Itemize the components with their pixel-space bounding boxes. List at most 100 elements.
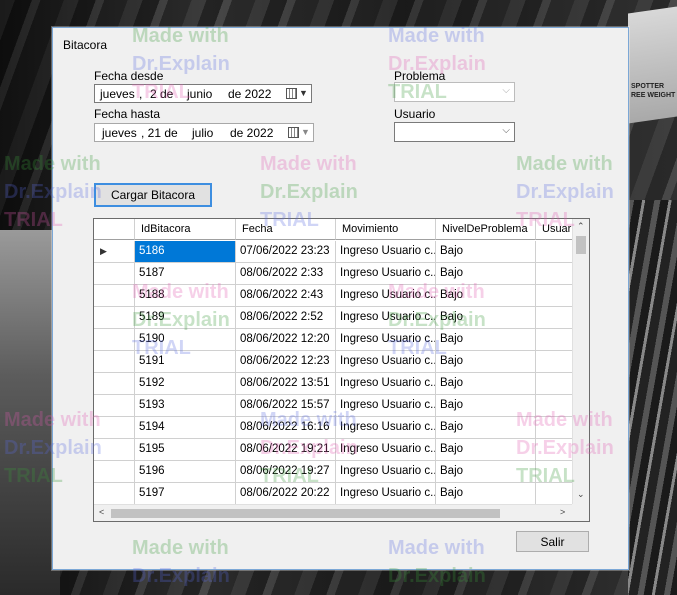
cell-movimiento[interactable]: Ingreso Usuario c... xyxy=(336,373,436,395)
fecha-desde-day[interactable]: 2 de xyxy=(150,87,173,101)
cell-movimiento[interactable]: Ingreso Usuario c... xyxy=(336,461,436,483)
cell-fecha[interactable]: 08/06/2022 2:43 xyxy=(236,285,336,307)
column-header-fecha[interactable]: Fecha xyxy=(236,219,336,240)
cell-movimiento[interactable]: Ingreso Usuario c... xyxy=(336,285,436,307)
cell-idbitacora[interactable]: 5196 xyxy=(135,461,236,483)
fecha-desde-picker[interactable]: jueves , 2 de junio de 2022 ▼ xyxy=(94,84,312,103)
table-row[interactable]: 5196 08/06/2022 19:27 Ingreso Usuario c...… xyxy=(94,461,586,483)
calendar-icon[interactable] xyxy=(288,127,299,138)
row-header[interactable] xyxy=(94,351,135,373)
chevron-down-icon[interactable]: ⌵ xyxy=(502,125,510,136)
cargar-bitacora-button[interactable]: Cargar Bitacora xyxy=(94,183,212,207)
row-header[interactable] xyxy=(94,395,135,417)
cell-fecha[interactable]: 07/06/2022 23:23 xyxy=(236,241,336,263)
cell-niveldeproblema[interactable]: Bajo xyxy=(436,373,536,395)
chevron-down-icon[interactable]: ▼ xyxy=(301,127,310,137)
cell-niveldeproblema[interactable]: Bajo xyxy=(436,285,536,307)
cell-fecha[interactable]: 08/06/2022 13:51 xyxy=(236,373,336,395)
table-row[interactable]: 5194 08/06/2022 16:16 Ingreso Usuario c...… xyxy=(94,417,586,439)
cell-idbitacora[interactable]: 5189 xyxy=(135,307,236,329)
cell-idbitacora[interactable]: 5193 xyxy=(135,395,236,417)
bitacora-grid[interactable]: IdBitacora Fecha Movimiento NivelDeProbl… xyxy=(93,218,590,522)
cell-movimiento[interactable]: Ingreso Usuario c... xyxy=(336,329,436,351)
cell-idbitacora[interactable]: 5190 xyxy=(135,329,236,351)
scroll-down-icon[interactable]: ⌄ xyxy=(577,489,585,500)
horizontal-scroll-thumb[interactable] xyxy=(111,509,500,518)
table-row[interactable]: 5187 08/06/2022 2:33 Ingreso Usuario c... B… xyxy=(94,263,586,285)
cell-fecha[interactable]: 08/06/2022 2:33 xyxy=(236,263,336,285)
grid-corner-header[interactable] xyxy=(94,219,135,240)
fecha-desde-year[interactable]: de 2022 xyxy=(228,87,271,101)
fecha-hasta-weekday[interactable]: jueves xyxy=(102,126,137,140)
vertical-scroll-thumb[interactable] xyxy=(576,236,586,254)
row-header[interactable] xyxy=(94,417,135,439)
cell-fecha[interactable]: 08/06/2022 12:23 xyxy=(236,351,336,373)
table-row[interactable]: ▶ 5186 07/06/2022 23:23 Ingreso Usuario c..… xyxy=(94,241,586,263)
problema-combobox[interactable]: ⌵ xyxy=(394,82,515,102)
scroll-left-icon[interactable]: < xyxy=(99,507,104,517)
cell-idbitacora[interactable]: 5192 xyxy=(135,373,236,395)
chevron-down-icon[interactable]: ⌵ xyxy=(502,85,510,96)
cell-movimiento[interactable]: Ingreso Usuario c... xyxy=(336,483,436,505)
calendar-icon[interactable] xyxy=(286,88,297,99)
cell-idbitacora[interactable]: 5186 xyxy=(135,241,236,263)
cell-fecha[interactable]: 08/06/2022 12:20 xyxy=(236,329,336,351)
row-header[interactable] xyxy=(94,439,135,461)
row-header[interactable] xyxy=(94,263,135,285)
cell-idbitacora[interactable]: 5191 xyxy=(135,351,236,373)
cell-niveldeproblema[interactable]: Bajo xyxy=(436,307,536,329)
column-header-niveldeproblema[interactable]: NivelDeProblema xyxy=(436,219,536,240)
cell-idbitacora[interactable]: 5197 xyxy=(135,483,236,505)
cell-niveldeproblema[interactable]: Bajo xyxy=(436,395,536,417)
row-header[interactable]: ▶ xyxy=(94,241,135,263)
cell-movimiento[interactable]: Ingreso Usuario c... xyxy=(336,439,436,461)
column-header-movimiento[interactable]: Movimiento xyxy=(336,219,436,240)
horizontal-scrollbar[interactable]: < > xyxy=(94,504,574,521)
cell-fecha[interactable]: 08/06/2022 16:16 xyxy=(236,417,336,439)
fecha-hasta-month[interactable]: julio xyxy=(192,126,213,140)
cell-fecha[interactable]: 08/06/2022 2:52 xyxy=(236,307,336,329)
fecha-hasta-year[interactable]: de 2022 xyxy=(230,126,273,140)
cell-niveldeproblema[interactable]: Bajo xyxy=(436,329,536,351)
cell-niveldeproblema[interactable]: Bajo xyxy=(436,461,536,483)
row-header[interactable] xyxy=(94,461,135,483)
cell-movimiento[interactable]: Ingreso Usuario c... xyxy=(336,307,436,329)
cell-fecha[interactable]: 08/06/2022 19:27 xyxy=(236,461,336,483)
fecha-desde-month[interactable]: junio xyxy=(187,87,212,101)
cell-fecha[interactable]: 08/06/2022 20:22 xyxy=(236,483,336,505)
table-row[interactable]: 5195 08/06/2022 19:21 Ingreso Usuario c...… xyxy=(94,439,586,461)
cell-movimiento[interactable]: Ingreso Usuario c... xyxy=(336,263,436,285)
scroll-right-icon[interactable]: > xyxy=(560,507,565,517)
fecha-hasta-picker[interactable]: jueves , 21 de julio de 2022 ▼ xyxy=(94,123,314,142)
cell-niveldeproblema[interactable]: Bajo xyxy=(436,439,536,461)
row-header[interactable] xyxy=(94,329,135,351)
table-row[interactable]: 5191 08/06/2022 12:23 Ingreso Usuario c...… xyxy=(94,351,586,373)
cell-niveldeproblema[interactable]: Bajo xyxy=(436,241,536,263)
cell-idbitacora[interactable]: 5188 xyxy=(135,285,236,307)
cell-movimiento[interactable]: Ingreso Usuario c... xyxy=(336,241,436,263)
row-header[interactable] xyxy=(94,373,135,395)
column-header-idbitacora[interactable]: IdBitacora xyxy=(135,219,236,240)
fecha-desde-weekday[interactable]: jueves xyxy=(100,87,135,101)
table-row[interactable]: 5190 08/06/2022 12:20 Ingreso Usuario c...… xyxy=(94,329,586,351)
cell-niveldeproblema[interactable]: Bajo xyxy=(436,263,536,285)
fecha-hasta-day[interactable]: , 21 de xyxy=(141,126,178,140)
cell-fecha[interactable]: 08/06/2022 19:21 xyxy=(236,439,336,461)
cell-idbitacora[interactable]: 5187 xyxy=(135,263,236,285)
chevron-down-icon[interactable]: ▼ xyxy=(299,88,308,98)
row-header[interactable] xyxy=(94,285,135,307)
table-row[interactable]: 5197 08/06/2022 20:22 Ingreso Usuario c...… xyxy=(94,483,586,505)
cell-movimiento[interactable]: Ingreso Usuario c... xyxy=(336,395,436,417)
cell-movimiento[interactable]: Ingreso Usuario c... xyxy=(336,417,436,439)
table-row[interactable]: 5188 08/06/2022 2:43 Ingreso Usuario c... B… xyxy=(94,285,586,307)
cell-idbitacora[interactable]: 5194 xyxy=(135,417,236,439)
salir-button[interactable]: Salir xyxy=(516,531,589,552)
table-row[interactable]: 5193 08/06/2022 15:57 Ingreso Usuario c...… xyxy=(94,395,586,417)
cell-niveldeproblema[interactable]: Bajo xyxy=(436,483,536,505)
row-header[interactable] xyxy=(94,307,135,329)
scroll-up-icon[interactable]: ⌃ xyxy=(577,221,585,232)
cell-niveldeproblema[interactable]: Bajo xyxy=(436,351,536,373)
row-header[interactable] xyxy=(94,483,135,505)
cell-niveldeproblema[interactable]: Bajo xyxy=(436,417,536,439)
cell-idbitacora[interactable]: 5195 xyxy=(135,439,236,461)
